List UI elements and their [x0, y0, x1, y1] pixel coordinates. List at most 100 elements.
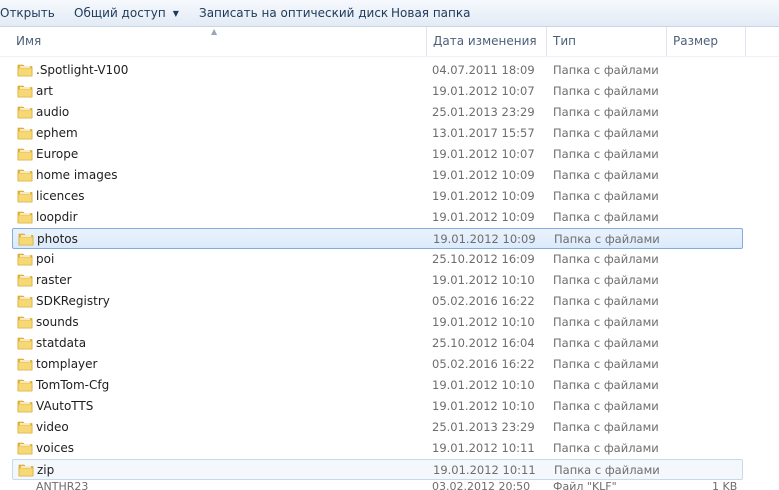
file-row[interactable]: tomplayer 05.02.2016 16:22 Папка с файлами — [12, 354, 743, 375]
file-date: 19.01.2012 10:09 — [432, 168, 535, 182]
file-name: VAutoTTS — [36, 399, 94, 413]
file-row[interactable]: home images 19.01.2012 10:09 Папка с файла… — [12, 165, 743, 186]
file-row[interactable]: .Spotlight-V100 04.07.2011 18:09 Папка с ф… — [12, 60, 743, 81]
open-button-label: Открыть — [0, 6, 55, 20]
file-row[interactable]: zip 19.01.2012 10:11 Папка с файлами — [12, 459, 743, 480]
file-date: 25.10.2012 16:09 — [432, 252, 535, 266]
file-date: 03.02.2012 20:50 — [432, 480, 531, 490]
file-name: ephem — [36, 126, 78, 140]
file-row[interactable]: SDKRegistry 05.02.2016 16:22 Папка с файла… — [12, 291, 743, 312]
file-name: tomplayer — [36, 357, 98, 371]
column-type-label: Тип — [553, 34, 576, 48]
file-name: poi — [36, 252, 55, 266]
file-date: 05.02.2016 16:22 — [432, 357, 535, 371]
file-name: Europe — [36, 147, 79, 161]
file-type: Папка с файлами — [553, 294, 659, 308]
file-row[interactable]: TomTom-Cfg 19.01.2012 10:10 Папка с файлам… — [12, 375, 743, 396]
file-row[interactable]: statdata 25.10.2012 16:04 Папка с файлами — [12, 333, 743, 354]
folder-icon — [18, 463, 34, 477]
file-row[interactable]: raster 19.01.2012 10:10 Папка с файлами — [12, 270, 743, 291]
file-type: Папка с файлами — [553, 147, 659, 161]
file-type: Папка с файлами — [553, 336, 659, 350]
file-name: home images — [36, 168, 118, 182]
column-header-bar: ▲ Имя Дата изменения Тип Размер — [0, 27, 779, 57]
file-type: Папка с файлами — [554, 232, 660, 246]
folder-icon — [17, 336, 33, 350]
file-type: Файл "KLF" — [553, 480, 617, 490]
file-size: 1 KB — [712, 480, 738, 490]
share-button[interactable]: Общий доступ ▼ — [74, 0, 179, 27]
folder-icon — [17, 126, 33, 140]
file-row[interactable]: sounds 19.01.2012 10:10 Папка с файлами — [12, 312, 743, 333]
open-button[interactable]: Открыть — [0, 0, 55, 27]
command-bar: Открыть Общий доступ ▼ Записать на оптиче… — [0, 0, 779, 27]
file-type: Папка с файлами — [553, 210, 659, 224]
column-name-label: Имя — [16, 34, 42, 48]
file-date: 19.01.2012 10:09 — [433, 232, 536, 246]
file-name: art — [36, 84, 53, 98]
file-name: voices — [36, 441, 75, 455]
folder-icon — [17, 399, 33, 413]
file-row[interactable]: art 19.01.2012 10:07 Папка с файлами — [12, 81, 743, 102]
folder-icon — [17, 315, 33, 329]
file-date: 19.01.2012 10:07 — [432, 147, 535, 161]
file-row-partial[interactable]: ANTHR23 03.02.2012 20:50 Файл "KLF" 1 KB — [12, 478, 772, 490]
column-size-label: Размер — [673, 34, 719, 48]
file-type: Папка с файлами — [553, 168, 659, 182]
file-row[interactable]: video 25.01.2013 23:29 Папка с файлами — [12, 417, 743, 438]
file-row[interactable]: loopdir 19.01.2012 10:09 Папка с файлами — [12, 207, 743, 228]
folder-icon — [17, 357, 33, 371]
file-date: 19.01.2012 10:11 — [432, 441, 535, 455]
burn-disc-button[interactable]: Записать на оптический диск — [199, 0, 388, 27]
file-type: Папка с файлами — [553, 357, 659, 371]
file-type: Папка с файлами — [553, 399, 659, 413]
file-type: Папка с файлами — [553, 105, 659, 119]
file-date: 19.01.2012 10:09 — [432, 189, 535, 203]
file-type: Папка с файлами — [553, 63, 659, 77]
new-folder-button[interactable]: Новая папка — [391, 0, 470, 27]
file-row[interactable]: photos 19.01.2012 10:09 Папка с файлами — [12, 228, 743, 249]
burn-disc-label: Записать на оптический диск — [199, 6, 389, 20]
file-row[interactable]: voices 19.01.2012 10:11 Папка с файлами — [12, 438, 743, 459]
folder-icon — [17, 147, 33, 161]
file-name: TomTom-Cfg — [36, 378, 110, 392]
file-name: audio — [36, 105, 70, 119]
file-type: Папка с файлами — [553, 378, 659, 392]
column-header-type[interactable]: Тип — [547, 27, 667, 56]
file-row[interactable]: VAutoTTS 19.01.2012 10:10 Папка с файлами — [12, 396, 743, 417]
file-date: 19.01.2012 10:10 — [432, 273, 535, 287]
folder-icon — [17, 189, 33, 203]
file-type: Папка с файлами — [553, 441, 659, 455]
folder-icon — [17, 252, 33, 266]
folder-icon — [17, 294, 33, 308]
file-date: 25.01.2013 23:29 — [432, 105, 535, 119]
folder-icon — [17, 84, 33, 98]
file-type: Папка с файлами — [553, 189, 659, 203]
folder-icon — [18, 232, 34, 246]
file-row[interactable]: licences 19.01.2012 10:09 Папка с файлами — [12, 186, 743, 207]
file-name: ANTHR23 — [36, 480, 89, 490]
file-date: 25.10.2012 16:04 — [432, 336, 535, 350]
file-name: statdata — [36, 336, 87, 350]
file-row[interactable]: ephem 13.01.2017 15:57 Папка с файлами — [12, 123, 743, 144]
column-header-date[interactable]: Дата изменения — [427, 27, 547, 56]
column-header-size[interactable]: Размер — [667, 27, 746, 56]
folder-icon — [17, 378, 33, 392]
file-name: .Spotlight-V100 — [36, 63, 129, 77]
file-type: Папка с файлами — [553, 126, 659, 140]
folder-icon — [17, 210, 33, 224]
file-row[interactable]: Europe 19.01.2012 10:07 Папка с файлами — [12, 144, 743, 165]
file-type: Папка с файлами — [553, 315, 659, 329]
folder-icon — [17, 168, 33, 182]
file-row[interactable]: audio 25.01.2013 23:29 Папка с файлами — [12, 102, 743, 123]
file-name: loopdir — [36, 210, 78, 224]
file-name: licences — [36, 189, 85, 203]
folder-icon — [17, 420, 33, 434]
file-date: 25.01.2013 23:29 — [432, 420, 535, 434]
file-name: video — [36, 420, 69, 434]
new-folder-label: Новая папка — [391, 6, 471, 20]
file-type: Папка с файлами — [553, 84, 659, 98]
file-row[interactable]: poi 25.10.2012 16:09 Папка с файлами — [12, 249, 743, 270]
column-date-label: Дата изменения — [433, 34, 537, 48]
column-header-name[interactable]: Имя — [10, 27, 427, 56]
